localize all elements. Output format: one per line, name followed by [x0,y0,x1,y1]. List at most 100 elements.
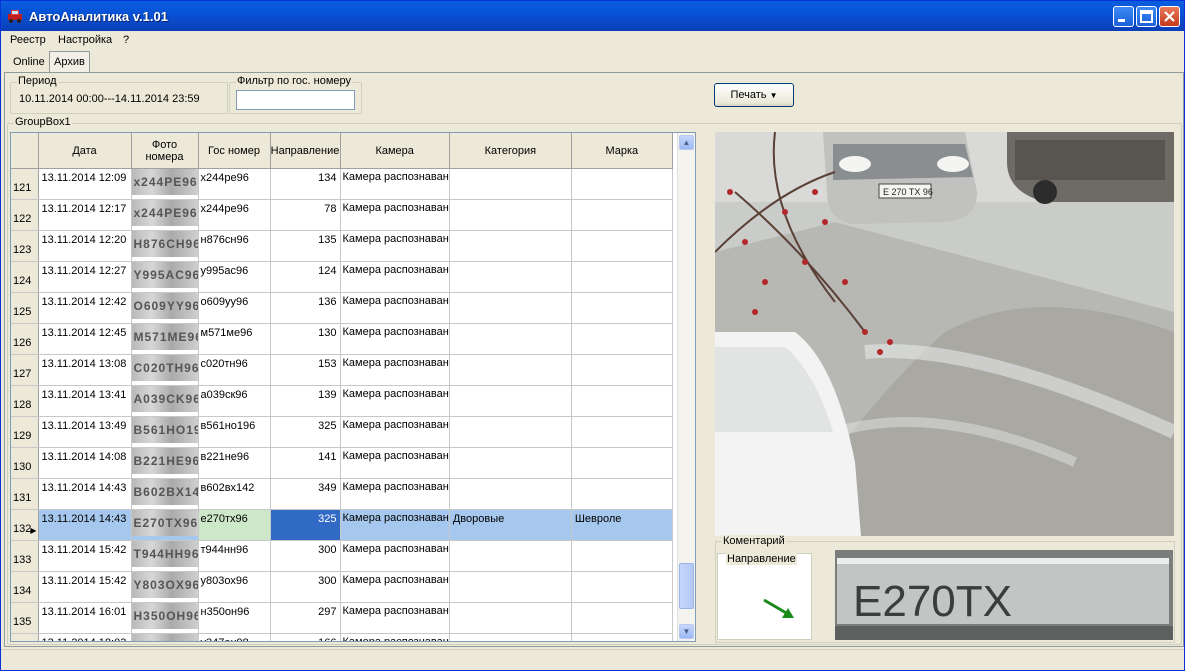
table-row[interactable]: 135 13.11.2014 16:01 H350OH96 н350он96 297 Ка… [11,602,673,634]
camera-cell[interactable]: Камера распознаван [340,323,450,355]
brand-cell[interactable]: Шевроле [571,509,673,541]
category-cell[interactable] [449,416,572,448]
camera-cell[interactable]: Камера распознаван [340,633,450,641]
category-cell[interactable] [449,168,572,200]
plate-cell[interactable]: у347ен98 [198,633,271,641]
date-cell[interactable]: 13.11.2014 13:49 [38,416,132,448]
row-number[interactable]: 124 [11,261,39,293]
plate-filter-input[interactable] [236,90,355,110]
menu-registry[interactable]: Реестр [10,34,46,46]
tab-online[interactable]: Online [9,53,49,71]
date-cell[interactable]: 13.11.2014 14:43 [38,478,132,510]
category-cell[interactable] [449,571,572,603]
plate-cell[interactable]: о609уу96 [198,292,271,324]
maximize-button[interactable] [1136,6,1157,27]
plate-photo-cell[interactable]: T944HH96 [131,540,199,572]
direction-cell[interactable]: 297 [270,602,341,634]
plate-cell[interactable]: х244ре96 [198,168,271,200]
row-number[interactable]: 136 [11,633,39,641]
date-cell[interactable]: 13.11.2014 14:08 [38,447,132,479]
plate-photo-cell[interactable]: E270TX96 [131,509,199,541]
date-cell[interactable]: 13.11.2014 12:20 [38,230,132,262]
plate-cell[interactable]: е270тх96 [198,509,271,541]
plate-photo-cell[interactable]: M571ME96 [131,323,199,355]
direction-cell[interactable]: 349 [270,478,341,510]
brand-cell[interactable] [571,385,673,417]
date-cell[interactable]: 13.11.2014 18:03 [38,633,132,641]
table-row[interactable]: 129 13.11.2014 13:49B561HO196в561но196325… [11,416,673,448]
direction-cell[interactable]: 325 [270,509,341,541]
col-header-photo[interactable]: Фото номера [131,133,199,169]
date-cell[interactable]: 13.11.2014 16:01 [38,602,132,634]
menu-settings[interactable]: Настройка [58,34,112,46]
plate-cell[interactable]: в602вх142 [198,478,271,510]
camera-cell[interactable]: Камера распознаван [340,571,450,603]
category-cell[interactable] [449,323,572,355]
table-row[interactable]: 121 13.11.2014 12:09 x244PE96 х244ре96 134 Ка… [11,168,673,200]
category-cell[interactable] [449,230,572,262]
plate-photo-cell[interactable]: O609YY96 [131,292,199,324]
brand-cell[interactable] [571,602,673,634]
table-row[interactable]: 122 13.11.2014 12:17 x244PE96 х244ре96 78 Кам… [11,199,673,231]
plate-photo-cell[interactable]: Y803OX96 [131,571,199,603]
brand-cell[interactable] [571,447,673,479]
brand-cell[interactable] [571,199,673,231]
direction-cell[interactable]: 300 [270,571,341,603]
camera-cell[interactable]: Камера распознаван [340,540,450,572]
brand-cell[interactable] [571,540,673,572]
col-header-camera[interactable]: Камера [340,133,450,169]
date-cell[interactable]: 13.11.2014 15:42 [38,540,132,572]
scroll-up-icon[interactable]: ▲ [679,135,694,150]
row-number[interactable]: 127 [11,354,39,386]
brand-cell[interactable] [571,261,673,293]
brand-cell[interactable] [571,230,673,262]
plate-photo-cell[interactable]: x244PE96 [131,199,199,231]
camera-cell[interactable]: Камера распознаван [340,168,450,200]
print-button[interactable]: Печать ▼ [714,83,794,107]
plate-cell[interactable]: м571ме96 [198,323,271,355]
minimize-button[interactable] [1113,6,1134,27]
brand-cell[interactable] [571,168,673,200]
camera-cell[interactable]: Камера распознаван [340,292,450,324]
plate-cell[interactable]: в221не96 [198,447,271,479]
date-cell[interactable]: 13.11.2014 13:41 [38,385,132,417]
camera-cell[interactable]: Камера распознаван [340,354,450,386]
table-row[interactable]: 131 13.11.2014 14:43B602BX142в602вх142349… [11,478,673,510]
plate-photo-cell[interactable]: B561HO196 [131,416,199,448]
date-cell[interactable]: 13.11.2014 12:45 [38,323,132,355]
direction-cell[interactable]: 153 [270,354,341,386]
brand-cell[interactable] [571,416,673,448]
plate-cell[interactable]: х244ре96 [198,199,271,231]
camera-cell[interactable]: Камера распознаван [340,478,450,510]
direction-cell[interactable]: 135 [270,230,341,262]
title-bar[interactable]: АвтоАналитика v.1.01 [1,1,1184,31]
row-number[interactable]: 126 [11,323,39,355]
row-number[interactable]: 130 [11,447,39,479]
plate-cell[interactable]: у995ас96 [198,261,271,293]
plate-cell[interactable]: в561но196 [198,416,271,448]
category-cell[interactable] [449,261,572,293]
row-number[interactable]: 131 [11,478,39,510]
col-header-brand[interactable]: Марка [571,133,673,169]
scroll-thumb[interactable] [679,563,694,609]
category-cell[interactable] [449,385,572,417]
row-number[interactable]: 123 [11,230,39,262]
plate-cell[interactable]: н350он96 [198,602,271,634]
date-cell[interactable]: 13.11.2014 12:17 [38,199,132,231]
row-number[interactable]: 121 [11,168,39,200]
direction-cell[interactable]: 325 [270,416,341,448]
plate-photo-cell[interactable]: H876CH96 [131,230,199,262]
plate-photo-cell[interactable]: B221HE96 [131,447,199,479]
direction-cell[interactable]: 78 [270,199,341,231]
camera-cell[interactable]: Камера распознаван [340,447,450,479]
row-number[interactable]: 128 [11,385,39,417]
camera-cell[interactable]: Камера распознаван [340,509,450,541]
records-grid[interactable]: Дата Фото номера Гос номер Направление К… [10,132,696,642]
table-row[interactable]: 126 13.11.2014 12:45 M571ME96 м571ме96 130 Ка… [11,323,673,355]
col-header-direction[interactable]: Направление [270,133,341,169]
category-cell[interactable] [449,447,572,479]
table-row[interactable]: 133 13.11.2014 15:42 T944HH96 т944нн96 300 Ка… [11,540,673,572]
table-row[interactable]: 13613.11.2014 18:03Y347EH98у347ен98166Ка… [11,633,673,641]
camera-cell[interactable]: Камера распознаван [340,602,450,634]
row-number[interactable]: ▶ 132 [11,509,39,541]
